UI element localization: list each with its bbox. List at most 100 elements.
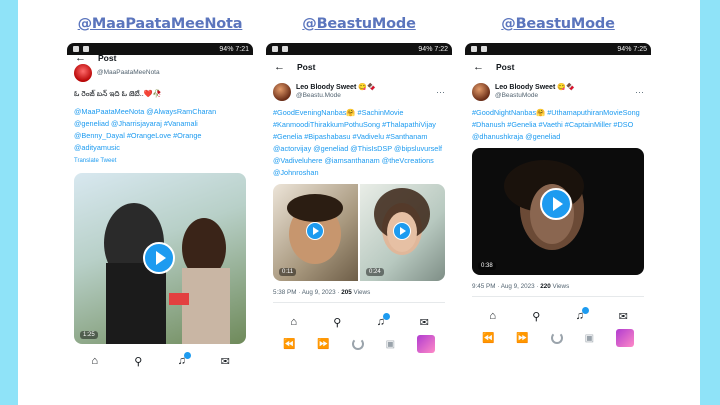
forward-icon[interactable]: ⏩	[516, 333, 528, 344]
system-nav: ⏪ ⏩ ▣	[266, 333, 452, 355]
column-handle[interactable]: @BeastuMode	[266, 16, 452, 32]
column-1: @MaaPaataMeeNota 94% 7:21 ← Post @MaaPaa…	[67, 0, 253, 405]
play-icon[interactable]	[393, 222, 411, 240]
bell-icon[interactable]: ♫	[373, 313, 390, 328]
author-row: Leo Bloody Sweet 😋🍫 @Beastu.Mode ···	[266, 79, 452, 105]
more-icon[interactable]: ···	[436, 87, 445, 97]
search-icon[interactable]: ⚲	[130, 355, 146, 368]
back-arrow-icon[interactable]: ←	[75, 52, 86, 64]
bottom-nav: ⌂ ⚲ ♫ ✉	[266, 311, 452, 333]
tweet-timestamp: 9:45 PM · Aug 9, 2023 ·	[472, 283, 541, 290]
video-grid: 0:11 0:24	[273, 184, 445, 281]
status-bar: 94% 7:22	[266, 43, 452, 55]
tweet-meta: 5:38 PM · Aug 9, 2023 · 205 Views	[266, 281, 452, 296]
tweet-body: #GoodNightNanbas🤗 #UthamaputhiranMovieSo…	[465, 105, 651, 143]
bottom-nav: ⌂ ⚲ ♫ ✉	[465, 305, 651, 327]
views-count: 205	[341, 289, 352, 296]
author-handle[interactable]: @BeastuMode	[495, 92, 630, 99]
top-bar-title: Post	[496, 62, 515, 72]
notification-badge	[183, 352, 191, 359]
app-thumbnail[interactable]	[616, 329, 634, 347]
video-thumbnail-left[interactable]: 0:11	[273, 184, 358, 281]
video-duration: 1:25	[80, 331, 98, 339]
back-arrow-icon[interactable]: ←	[274, 61, 285, 73]
top-bar: ← Post	[67, 52, 253, 64]
search-icon[interactable]: ⚲	[329, 316, 345, 329]
play-icon[interactable]	[540, 188, 572, 220]
notification-badge	[382, 313, 390, 320]
tweet-meta: 9:45 PM · Aug 9, 2023 · 220 Views	[465, 275, 651, 290]
reader-icon[interactable]: ▣	[386, 339, 395, 350]
top-bar-title: Post	[297, 62, 316, 72]
status-battery: 94% 7:25	[617, 45, 647, 53]
views-label: Views	[550, 283, 570, 290]
top-bar: ← Post	[266, 55, 452, 79]
collage-card: @MaaPaataMeeNota 94% 7:21 ← Post @MaaPaa…	[18, 0, 700, 405]
system-nav: ⏪ ⏩ ▣	[465, 327, 651, 349]
video-thumbnail-right[interactable]: 0:24	[360, 184, 445, 281]
video-duration: 0:11	[279, 268, 297, 276]
video-thumbnail[interactable]: 1:25	[74, 173, 246, 344]
forward-icon[interactable]: ⏩	[317, 339, 329, 350]
mail-icon[interactable]: ✉	[217, 355, 233, 368]
translate-link[interactable]: Translate Tweet	[74, 155, 246, 167]
more-icon[interactable]: ···	[635, 87, 644, 97]
top-bar: ← Post	[465, 55, 651, 79]
back-arrow-icon[interactable]: ←	[473, 61, 484, 73]
mail-icon[interactable]: ✉	[615, 310, 631, 323]
tweet-timestamp: 5:38 PM · Aug 9, 2023 ·	[273, 289, 342, 296]
rewind-icon[interactable]: ⏪	[283, 339, 295, 350]
play-icon[interactable]	[306, 222, 324, 240]
bell-icon[interactable]: ♫	[174, 352, 191, 367]
views-count: 220	[540, 283, 551, 290]
image-icon	[481, 46, 487, 52]
avatar[interactable]	[74, 64, 92, 82]
column-3: @BeastuMode 94% 7:25 ← Post Leo Bloody S…	[465, 0, 651, 405]
notification-badge	[581, 307, 589, 314]
status-bar: 94% 7:25	[465, 43, 651, 55]
author-name[interactable]: Leo Bloody Sweet 😋🍫	[296, 84, 431, 92]
image-icon	[282, 46, 288, 52]
top-bar-title: Post	[98, 53, 117, 63]
views-label: Views	[351, 289, 371, 296]
phone-screenshot: 94% 7:21 ← Post @MaaPaataMeeNota ఓ రెంజ్…	[67, 43, 253, 388]
status-battery: 94% 7:21	[219, 45, 249, 53]
avatar[interactable]	[472, 83, 490, 101]
bell-icon[interactable]: ♫	[572, 307, 589, 322]
column-2: @BeastuMode 94% 7:22 ← Post Leo Bloody S…	[266, 0, 452, 405]
notification-icon	[471, 46, 477, 52]
tweet-hashtags[interactable]: #GoodEveningNanbas🤗 #SachinMovie #Kanmoo…	[273, 107, 445, 179]
mail-icon[interactable]: ✉	[416, 316, 432, 329]
status-battery: 94% 7:22	[418, 45, 448, 53]
phone-screenshot: 94% 7:25 ← Post Leo Bloody Sweet 😋🍫 @Bea…	[465, 43, 651, 388]
author-name[interactable]: Leo Bloody Sweet 😋🍫	[495, 84, 630, 92]
author-handle[interactable]: @MaaPaataMeeNota	[97, 69, 246, 76]
home-icon[interactable]: ⌂	[87, 355, 103, 367]
bottom-nav: ⌂ ⚲ ♫ ✉	[67, 350, 253, 372]
home-icon[interactable]: ⌂	[286, 316, 302, 328]
search-icon[interactable]: ⚲	[528, 310, 544, 323]
tweet-hashtags[interactable]: #GoodNightNanbas🤗 #UthamaputhiranMovieSo…	[472, 107, 644, 143]
loading-icon	[550, 332, 563, 344]
tweet-body: ఓ రెంజ్ బన్ ఇది ఓ జెబే..❤️🥀 @MaaPaataMee…	[67, 86, 253, 167]
app-thumbnail[interactable]	[417, 335, 435, 353]
play-icon[interactable]	[143, 242, 175, 274]
video-duration: 0:38	[478, 262, 496, 270]
author-row: @MaaPaataMeeNota	[67, 63, 253, 83]
tweet-text: ఓ రెంజ్ బన్ ఇది ఓ జెబే..❤️🥀	[74, 89, 162, 98]
video-duration: 0:24	[366, 268, 384, 276]
tweet-hashtags[interactable]: @MaaPaataMeeNota @AlwaysRamCharan @genel…	[74, 106, 246, 154]
column-handle[interactable]: @BeastuMode	[465, 16, 651, 32]
author-row: Leo Bloody Sweet 😋🍫 @BeastuMode ···	[465, 79, 651, 105]
author-handle[interactable]: @Beastu.Mode	[296, 92, 431, 99]
rewind-icon[interactable]: ⏪	[482, 333, 494, 344]
video-thumbnail[interactable]: 0:38	[472, 148, 644, 275]
reader-icon[interactable]: ▣	[585, 333, 594, 344]
divider	[472, 296, 644, 297]
column-handle[interactable]: @MaaPaataMeeNota	[67, 16, 253, 32]
avatar[interactable]	[273, 83, 291, 101]
notification-icon	[272, 46, 278, 52]
tweet-body: #GoodEveningNanbas🤗 #SachinMovie #Kanmoo…	[266, 105, 452, 179]
loading-icon	[351, 338, 364, 350]
home-icon[interactable]: ⌂	[485, 310, 501, 322]
